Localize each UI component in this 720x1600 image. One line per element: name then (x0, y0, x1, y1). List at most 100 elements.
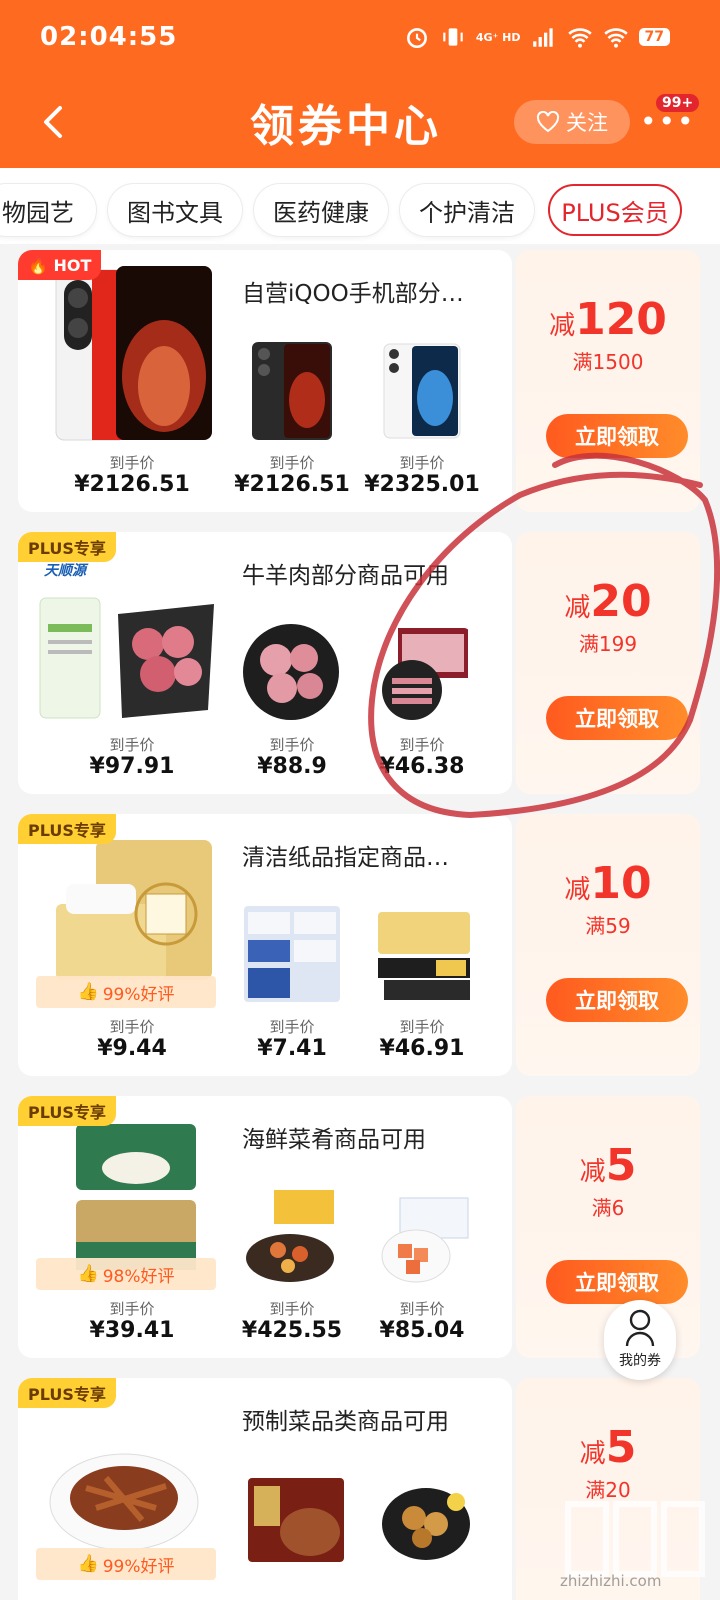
coupon-title: 牛羊肉部分商品可用 (242, 563, 449, 589)
rating-badge: 👍 98%好评 (36, 1258, 216, 1290)
product-image-tissue-pack (56, 840, 212, 980)
discount-prefix: 减 (564, 875, 591, 905)
discount-amount: 减20 (516, 576, 700, 627)
coupon-card: 🔥 HOT 自营iQOO手机部分… 到手价 ¥2126.51 到手价 ¥2126… (18, 250, 700, 512)
coupon-card: 天顺源 PLUS专享 牛羊肉部分商品可用 到手价 ¥97.91 到手价 ¥88.… (18, 532, 700, 794)
coupon-products[interactable]: 天顺源 PLUS专享 牛羊肉部分商品可用 到手价 ¥97.91 到手价 ¥88.… (18, 532, 512, 794)
product-image-fried-chicken (382, 1488, 470, 1560)
discount-value: 20 (590, 576, 652, 627)
product-price: ¥2325.01 (364, 472, 480, 497)
price-label: 到手价 (109, 736, 155, 754)
product-image-tissue-bundle (244, 906, 340, 1002)
coupon-card: 👍 99%好评 PLUS专享 清洁纸品指定商品… 到手价 ¥9.44 到手价 ¥7… (18, 814, 700, 1076)
product-image-phone-red (55, 266, 212, 441)
price-label: 到手价 (399, 454, 445, 472)
status-time: 02:04:55 (40, 22, 178, 52)
user-icon (625, 1309, 655, 1347)
discount-value: 5 (605, 1140, 637, 1191)
coupon-card: 👍 98%好评 PLUS专享 海鲜菜肴商品可用 到手价 ¥39.41 到手价 ¥4… (18, 1096, 700, 1358)
claim-button[interactable]: 立即领取 (546, 978, 688, 1022)
coupon-products[interactable]: 🔥 HOT 自营iQOO手机部分… 到手价 ¥2126.51 到手价 ¥2126… (18, 250, 512, 512)
product-image-braised-dish (49, 1453, 199, 1551)
heart-icon (536, 111, 560, 133)
watermark-text: zhizhizhi.com (560, 1572, 662, 1590)
thumbs-up-icon: 👍 (77, 1264, 99, 1284)
product-image-phone-black (252, 342, 332, 440)
price-label: 到手价 (269, 454, 315, 472)
product-price: ¥39.41 (89, 1318, 175, 1343)
coupon-products[interactable]: 👍 99%好评 PLUS专享 预制菜品类商品可用 (18, 1378, 512, 1600)
discount-prefix: 减 (579, 1439, 606, 1469)
battery-indicator: 77 (638, 28, 670, 46)
discount-prefix: 减 (564, 593, 591, 623)
status-bar: 02:04:55 4G⁺ HD 77 (0, 0, 720, 72)
header: 02:04:55 4G⁺ HD 77 领券中心 关注 ••• 99+ (0, 0, 720, 168)
category-tab[interactable]: 医药健康 (254, 184, 388, 236)
back-arrow-icon[interactable] (34, 100, 78, 144)
coupon-products[interactable]: 👍 98%好评 PLUS专享 海鲜菜肴商品可用 到手价 ¥39.41 到手价 ¥4… (18, 1096, 512, 1358)
product-image-face-tissue (378, 912, 470, 1000)
price-label: 到手价 (109, 454, 155, 472)
nav-bar: 领券中心 关注 ••• 99+ (0, 80, 720, 164)
plus-exclusive-tag: PLUS专享 (18, 1096, 116, 1126)
category-tab[interactable]: 个护清洁 (400, 184, 534, 236)
wifi-icon (567, 28, 592, 48)
product-price: ¥85.04 (379, 1318, 465, 1343)
discount-amount: 减10 (516, 858, 700, 909)
my-coupons-button[interactable]: 我的券 (604, 1300, 676, 1380)
product-image-seafood-gift (246, 1190, 334, 1282)
discount-condition: 满1500 (572, 350, 644, 374)
rating-badge: 👍 99%好评 (36, 976, 216, 1008)
category-tab[interactable]: 图书文具 (108, 184, 242, 236)
vibrate-icon (443, 28, 463, 46)
product-image-phone-white (383, 343, 461, 439)
discount-condition: 满199 (578, 632, 638, 656)
product-price: ¥2126.51 (74, 472, 190, 497)
thumbs-up-icon: 👍 (77, 982, 99, 1002)
rating-label: 99%好评 (102, 1556, 175, 1577)
product-image-beef-cubes (39, 597, 214, 719)
claim-button[interactable]: 立即领取 (546, 696, 688, 740)
rating-label: 98%好评 (102, 1266, 175, 1287)
more-menu-icon[interactable]: ••• (640, 108, 694, 140)
product-price: ¥46.38 (379, 754, 465, 779)
my-coupons-label: 我的券 (619, 1353, 661, 1369)
category-tab-active[interactable]: PLUS会员 (548, 184, 682, 236)
status-icons: 4G⁺ HD 77 (404, 24, 670, 50)
discount-condition: 满6 (591, 1196, 625, 1220)
wifi-icon-2 (603, 28, 628, 48)
claim-button[interactable]: 立即领取 (546, 414, 688, 458)
plus-exclusive-tag: PLUS专享 (18, 1378, 116, 1408)
hot-tag: 🔥 HOT (18, 250, 102, 280)
category-bar: 物园艺 图书文具 医药健康 个护清洁 PLUS会员 (0, 168, 720, 244)
discount-value: 5 (605, 1422, 637, 1473)
product-image-oxtail (243, 624, 339, 720)
discount-value: 10 (590, 858, 652, 909)
discount-amount: 减5 (516, 1140, 700, 1191)
price-label: 到手价 (399, 736, 445, 754)
product-image-sliced-lamb (382, 628, 468, 720)
price-label: 到手价 (269, 1018, 315, 1036)
price-label: 到手价 (269, 1300, 315, 1318)
discount-prefix: 减 (579, 1157, 606, 1187)
price-label: 到手价 (399, 1018, 445, 1036)
claim-button[interactable]: 立即领取 (546, 1260, 688, 1304)
alarm-icon (406, 28, 427, 49)
price-label: 到手价 (269, 736, 315, 754)
product-price: ¥46.91 (379, 1036, 465, 1061)
price-label: 到手价 (399, 1300, 445, 1318)
price-label: 到手价 (109, 1300, 155, 1318)
category-tab[interactable]: 物园艺 (0, 184, 96, 236)
follow-button[interactable]: 关注 (514, 100, 630, 144)
tag-label: HOT (53, 255, 92, 275)
product-price: ¥9.44 (97, 1036, 167, 1061)
discount-amount: 减5 (516, 1422, 700, 1473)
watermark-logo (565, 1501, 705, 1577)
discount-value: 120 (575, 294, 667, 345)
rating-label: 99%好评 (102, 984, 175, 1005)
more-badge: 99+ (656, 94, 700, 112)
price-label: 到手价 (109, 1018, 155, 1036)
coupon-title: 预制菜品类商品可用 (242, 1409, 449, 1435)
product-image-dumplings (76, 1124, 196, 1270)
coupon-products[interactable]: 👍 99%好评 PLUS专享 清洁纸品指定商品… 到手价 ¥9.44 到手价 ¥7… (18, 814, 512, 1076)
